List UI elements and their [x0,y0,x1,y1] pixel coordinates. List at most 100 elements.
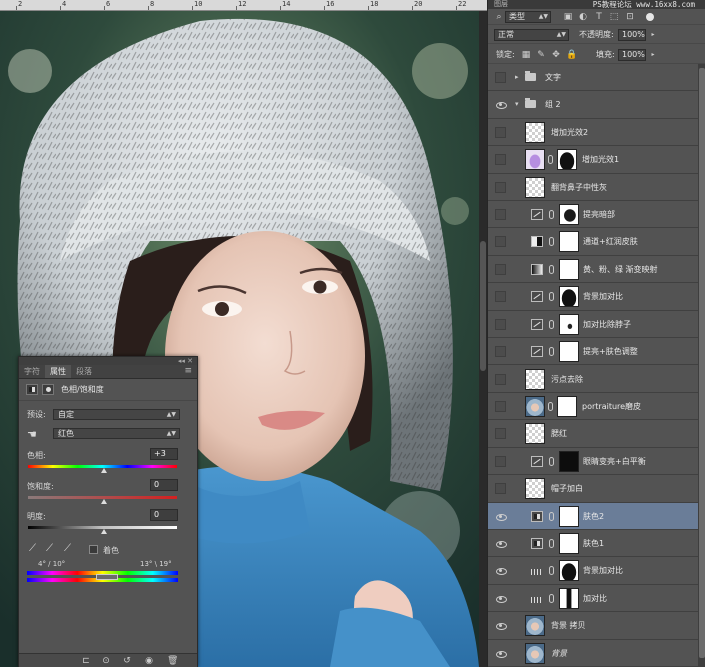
tab-character[interactable]: 字符 [19,365,45,378]
layers-scrollbar[interactable] [698,64,705,667]
layer-row[interactable]: 提亮+肤色调整 [488,338,698,366]
layer-thumbnail[interactable] [525,423,545,445]
adjustment-layer-icon[interactable] [531,510,543,522]
layer-row[interactable]: 肤色2 [488,502,698,530]
hand-target-icon[interactable]: ☚ [27,428,37,441]
eye-icon[interactable] [495,593,507,604]
view-previous-icon[interactable]: ⊙ [101,656,111,666]
mask-thumbnail[interactable] [559,258,579,280]
link-icon[interactable] [549,538,554,548]
eye-icon[interactable] [495,565,507,576]
adjustment-layer-icon[interactable] [531,318,543,330]
adjustment-layer-icon[interactable] [531,291,543,303]
group-expand-icon[interactable]: ▸ [515,72,519,82]
mask-thumbnail[interactable] [559,505,579,527]
panel-menu-icon[interactable]: ≡ [184,366,192,376]
eye-icon[interactable] [495,291,506,303]
layer-row[interactable]: ▾ 组 2 [488,91,698,119]
filter-type-select[interactable]: 类型 ▲▼ [505,11,551,23]
layer-row[interactable]: 加对比除脖子 [488,311,698,339]
layer-row[interactable]: ▸ 文字 [488,64,698,92]
layer-row[interactable]: 背景加对比 [488,557,698,585]
filter-pixel-icon[interactable]: ▣ [563,12,573,22]
saturation-slider-thumb[interactable] [101,499,107,504]
eye-icon[interactable] [495,648,507,659]
eye-icon[interactable] [495,181,506,193]
mask-thumbnail[interactable] [559,231,579,253]
mask-thumbnail[interactable] [559,450,579,472]
mask-thumbnail[interactable] [559,341,579,363]
canvas-scroll-thumb[interactable] [480,241,486,371]
eye-icon[interactable] [495,209,506,221]
mask-thumbnail[interactable] [557,149,577,171]
layer-row[interactable]: 翻背鼻子中性灰 [488,174,698,202]
layer-row[interactable]: 黄、粉、绿 渐变映射 [488,256,698,284]
adjustment-icon[interactable] [26,384,38,395]
adjustment-layer-icon[interactable] [531,346,543,358]
layers-scroll-thumb[interactable] [699,68,705,658]
lock-transparent-icon[interactable]: ▦ [521,50,531,60]
eye-icon[interactable] [495,400,506,412]
layer-thumbnail[interactable] [525,121,545,143]
reset-icon[interactable]: ↺ [122,656,132,666]
eye-icon[interactable] [495,99,507,110]
layer-row[interactable]: 背景加对比 [488,283,698,311]
layer-thumbnail[interactable] [525,478,545,500]
opacity-arrow-icon[interactable]: ▸ [648,30,658,40]
layer-row[interactable]: 增加光效2 [488,119,698,147]
layer-row[interactable]: 背景 [488,640,698,667]
link-icon[interactable] [549,292,554,302]
panel-drag-bar[interactable]: ◂◂ ✕ [19,357,197,365]
link-icon[interactable] [549,511,554,521]
adjustment-layer-icon[interactable] [531,537,543,549]
layer-row[interactable]: 污点去除 [488,366,698,393]
hue-slider-thumb[interactable] [101,468,107,473]
tab-paragraph[interactable]: 段落 [71,365,97,378]
lock-all-icon[interactable]: 🔒 [566,50,577,60]
adjustment-layer-icon[interactable] [531,593,543,604]
group-expand-icon[interactable]: ▾ [515,99,519,109]
channel-select[interactable]: 红色 ▲▼ [53,428,180,439]
adjustment-layer-icon[interactable] [531,455,543,467]
layer-row[interactable]: 肤色1 [488,530,698,558]
layer-row[interactable]: portraiture磨皮 [488,393,698,421]
lock-position-icon[interactable]: ✥ [551,50,561,60]
eye-icon[interactable] [495,620,507,631]
eye-icon[interactable] [495,538,507,549]
link-icon[interactable] [549,456,554,466]
mask-thumbnail[interactable] [557,395,577,417]
eyedropper-minus-icon[interactable]: ⟋ [64,544,74,554]
link-icon[interactable] [549,319,554,329]
lightness-slider-thumb[interactable] [101,529,107,534]
eye-icon[interactable] [495,263,506,275]
layer-row[interactable]: 帽子加白 [488,475,698,503]
link-icon[interactable] [549,566,554,576]
layer-thumbnail[interactable] [525,149,545,171]
adjustment-layer-icon[interactable] [531,565,543,576]
eye-icon[interactable] [495,455,506,467]
link-icon[interactable] [549,264,554,274]
link-icon[interactable] [549,593,554,603]
layer-row[interactable]: 通道+红润皮肤 [488,228,698,256]
eyedropper-plus-icon[interactable]: ⟋ [46,544,56,554]
layer-row[interactable]: 腮红 [488,420,698,448]
layer-row[interactable]: 增加光效1 [488,146,698,174]
hue-input[interactable]: +3 [150,448,178,460]
fill-arrow-icon[interactable]: ▸ [648,50,658,60]
filter-shape-icon[interactable]: ⬚ [609,12,619,22]
mask-thumbnail[interactable] [559,204,579,226]
link-icon[interactable] [549,210,554,220]
link-icon[interactable] [548,401,553,411]
layer-thumbnail[interactable] [525,368,545,390]
layer-thumbnail[interactable] [525,176,545,198]
eye-icon[interactable] [495,373,506,385]
mask-thumbnail[interactable] [559,532,579,554]
canvas-vertical-scrollbar[interactable] [479,11,487,667]
layer-thumbnail[interactable] [525,395,545,417]
eye-icon[interactable] [495,236,506,248]
saturation-input[interactable]: 0 [150,479,178,491]
mask-thumbnail[interactable] [559,560,579,582]
collapse-icon[interactable]: ◂◂ ✕ [178,357,193,365]
filter-adjustment-icon[interactable]: ◐ [578,12,588,22]
eye-icon[interactable] [495,483,506,495]
